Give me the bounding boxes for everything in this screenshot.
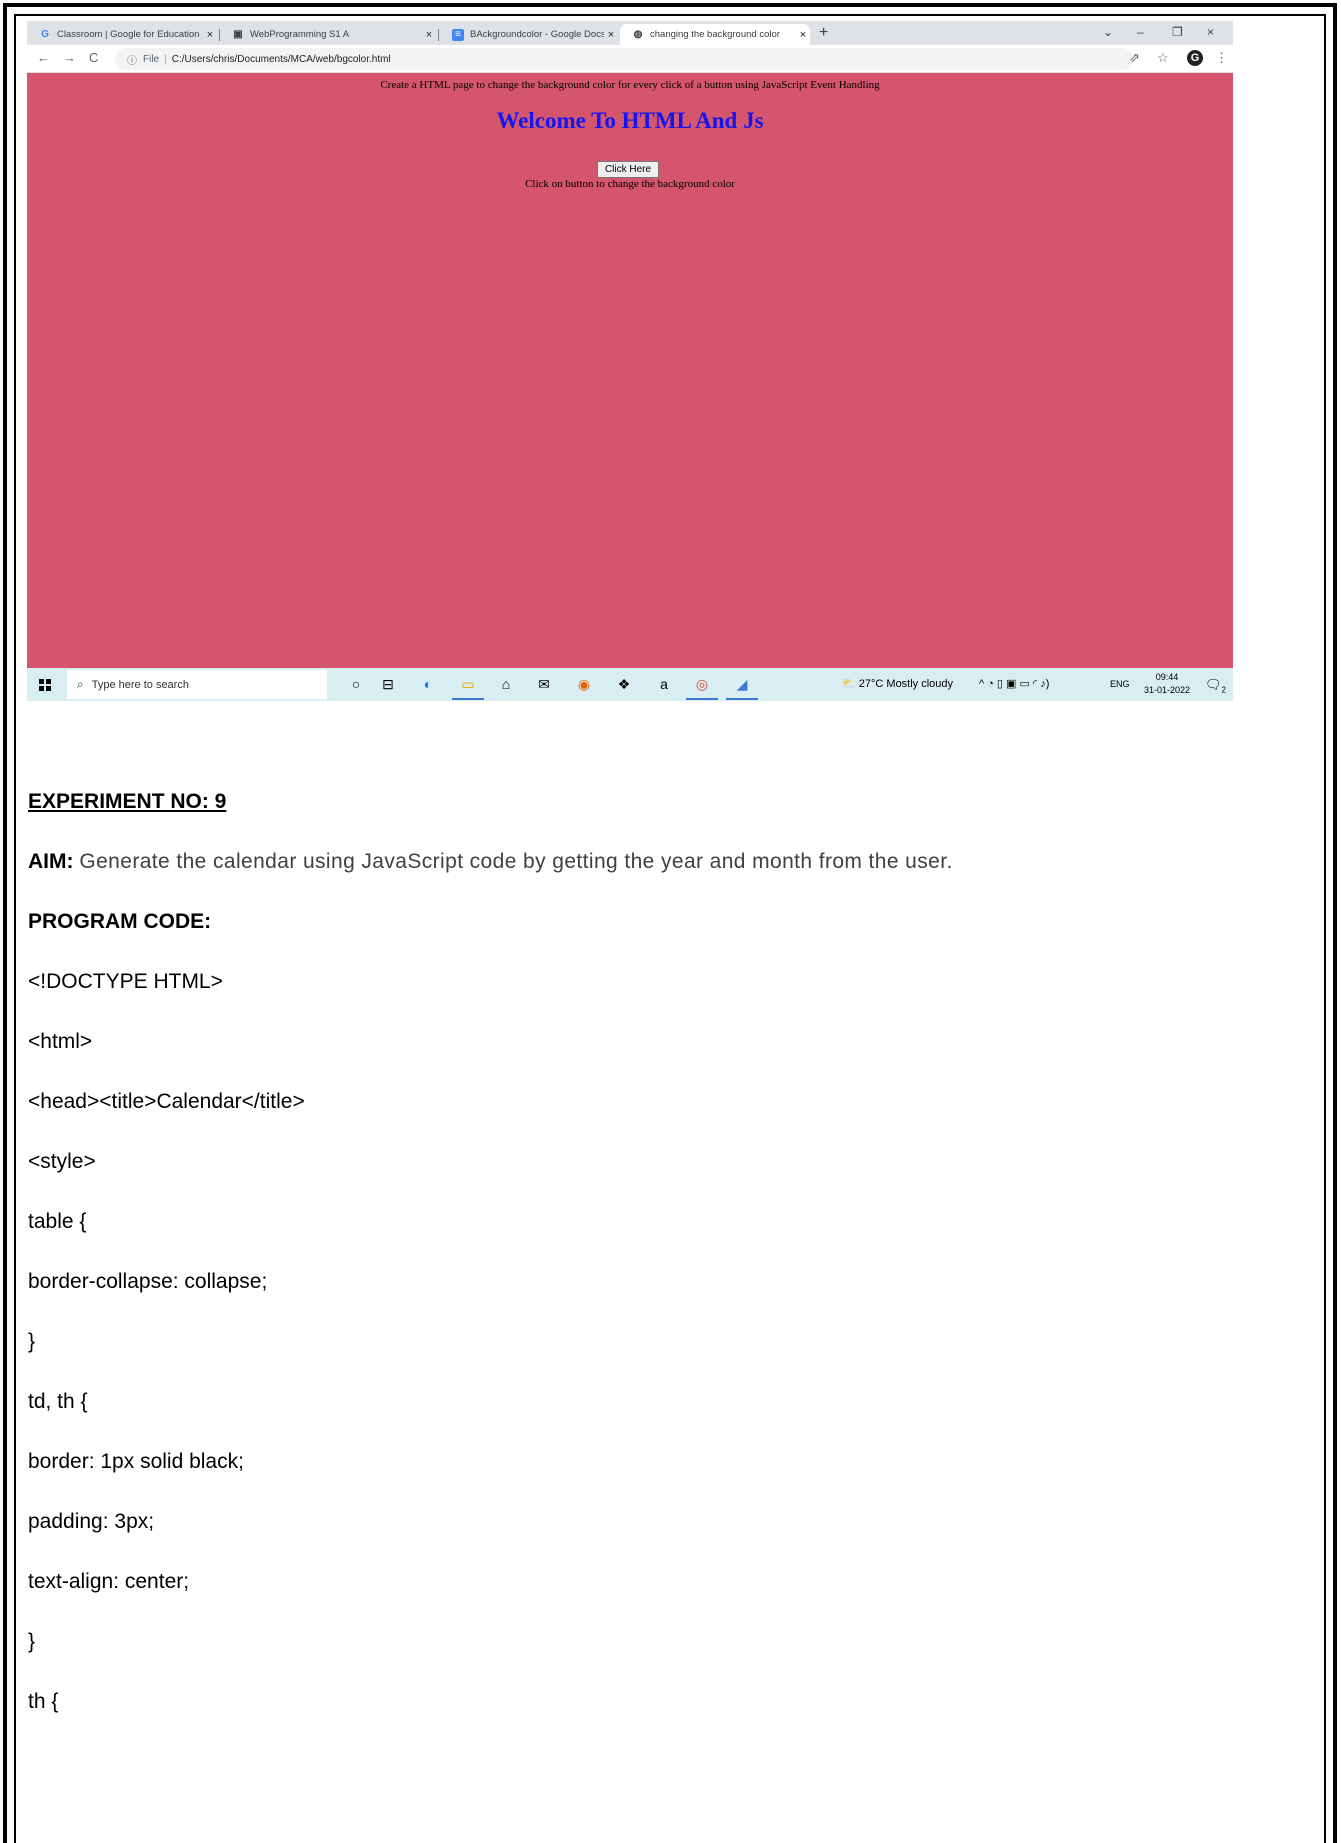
chrome-icon[interactable]: ◎ — [693, 675, 711, 693]
code-line: <head><title>Calendar</title> — [28, 1090, 305, 1113]
clock-time: 09:44 — [1155, 672, 1179, 682]
window-close-icon[interactable]: × — [1207, 25, 1214, 39]
aim-label: AIM: — [28, 850, 74, 873]
edge-icon[interactable]: ◐ — [419, 675, 437, 693]
code-line: border: 1px solid black; — [28, 1450, 244, 1473]
tab-classroom[interactable]: G Classroom | Google for Education × — [27, 24, 217, 45]
browser-tab-strip: G Classroom | Google for Education × ▣ W… — [27, 21, 1233, 45]
search-placeholder: Type here to search — [91, 678, 189, 691]
info-icon[interactable]: ⓘ — [127, 52, 137, 67]
dropbox-icon[interactable]: ❖ — [615, 675, 633, 693]
page-heading: Welcome To HTML And Js — [496, 108, 764, 133]
taskbar-clock[interactable]: 09:44 31-01-2022 — [1138, 671, 1196, 697]
language-indicator[interactable]: ENG — [1110, 679, 1130, 689]
tab-active[interactable]: ◍ changing the background color × — [620, 24, 810, 45]
tab-google-docs[interactable]: ≡ BAckgroundcolor - Google Docs × — [440, 24, 618, 45]
task-view-icon[interactable]: ⊟ — [379, 675, 397, 693]
address-bar[interactable]: ⓘ File | C:/Users/chris/Documents/MCA/we… — [115, 48, 1133, 70]
firefox-icon[interactable]: ◉ — [575, 675, 593, 693]
forward-icon[interactable]: → — [63, 50, 76, 65]
system-tray-icons[interactable]: ^ ◔ ▯ ▣ ▭ ◜ ♪) — [979, 677, 1049, 690]
address-separator: | — [164, 53, 167, 65]
google-icon: G — [41, 29, 49, 40]
windows-start-icon[interactable] — [39, 679, 51, 691]
new-tab-button[interactable]: + — [819, 24, 828, 42]
code-line: <html> — [28, 1030, 93, 1053]
tab-webprogramming[interactable]: ▣ WebProgramming S1 A × — [220, 24, 436, 45]
page-hint-text: Click on button to change the background… — [525, 178, 735, 190]
weather-text: 27°C Mostly cloudy — [858, 678, 954, 690]
address-path: C:/Users/chris/Documents/MCA/web/bgcolor… — [171, 53, 391, 65]
page-instruction-text: Create a HTML page to change the backgro… — [380, 79, 880, 91]
share-icon[interactable]: ⇗ — [1129, 50, 1140, 66]
tab-title: Classroom | Google for Education — [57, 29, 200, 40]
experiment-heading: EXPERIMENT NO: 9 — [28, 790, 227, 813]
code-line: } — [28, 1330, 36, 1353]
bookmark-star-icon[interactable]: ☆ — [1157, 50, 1169, 66]
reload-icon[interactable]: C — [89, 50, 98, 65]
notification-count: 2 — [1221, 685, 1226, 695]
page-content: Create a HTML page to change the backgro… — [27, 74, 1233, 668]
windows-taskbar: ⌕ Type here to search ○ ⊟ ◐ ▭ ⌂ ✉ ◉ ❖ a … — [27, 668, 1233, 701]
tab-separator — [438, 29, 439, 41]
file-explorer-icon[interactable]: ▭ — [459, 675, 477, 693]
minimize-icon[interactable]: – — [1137, 25, 1144, 39]
tab-title: BAckgroundcolor - Google Docs — [470, 29, 604, 40]
active-app-indicator — [686, 698, 718, 700]
classroom-icon: ▣ — [233, 29, 243, 40]
docs-icon: ≡ — [452, 28, 464, 41]
mail-icon[interactable]: ✉ — [535, 675, 553, 693]
code-line: text-align: center; — [28, 1570, 190, 1593]
taskbar-search-box[interactable]: ⌕ Type here to search — [67, 670, 327, 699]
code-line: <style> — [28, 1150, 96, 1173]
close-icon[interactable]: × — [203, 29, 217, 41]
clock-date: 31-01-2022 — [1143, 685, 1191, 695]
click-here-button[interactable]: Click Here — [597, 161, 659, 178]
cortana-icon[interactable]: ○ — [347, 675, 365, 693]
close-icon[interactable]: × — [422, 29, 436, 41]
code-line: padding: 3px; — [28, 1510, 155, 1533]
active-app-indicator — [452, 698, 484, 700]
code-line: th { — [28, 1690, 59, 1713]
restore-icon[interactable]: ❐ — [1172, 25, 1183, 39]
tab-search-icon[interactable]: ⌄ — [1103, 25, 1113, 39]
program-code-label: PROGRAM CODE: — [28, 910, 212, 933]
close-icon[interactable]: × — [796, 29, 810, 41]
active-app-indicator — [726, 698, 758, 700]
embedded-screenshot: G Classroom | Google for Education × ▣ W… — [27, 21, 1233, 701]
aim-text: Generate the calendar using JavaScript c… — [79, 850, 953, 873]
code-line: } — [28, 1630, 36, 1653]
globe-icon: ◍ — [633, 29, 643, 40]
scheme-label: File — [143, 53, 160, 65]
code-line: td, th { — [28, 1390, 88, 1413]
profile-avatar[interactable]: G — [1187, 50, 1203, 66]
amazon-icon[interactable]: a — [655, 675, 673, 693]
code-line: <!DOCTYPE HTML> — [28, 970, 223, 993]
store-icon[interactable]: ⌂ — [497, 675, 515, 693]
search-icon: ⌕ — [77, 677, 84, 691]
code-line: border-collapse: collapse; — [28, 1270, 268, 1293]
browser-toolbar: ← → C ⓘ File | C:/Users/chris/Documents/… — [27, 45, 1233, 73]
aim-paragraph: AIM: Generate the calendar using JavaScr… — [28, 850, 953, 874]
weather-widget[interactable]: ⛅ 27°C Mostly cloudy — [842, 677, 953, 690]
tab-title: WebProgramming S1 A — [250, 29, 350, 40]
close-icon[interactable]: × — [604, 29, 618, 41]
tab-title: changing the background color — [650, 29, 780, 40]
back-icon[interactable]: ← — [37, 50, 50, 65]
menu-icon[interactable]: ⋮ — [1215, 50, 1228, 66]
code-line: table { — [28, 1210, 87, 1233]
notification-icon[interactable]: 🗨2 — [1205, 677, 1226, 695]
app-icon[interactable]: ◢ — [733, 675, 751, 693]
